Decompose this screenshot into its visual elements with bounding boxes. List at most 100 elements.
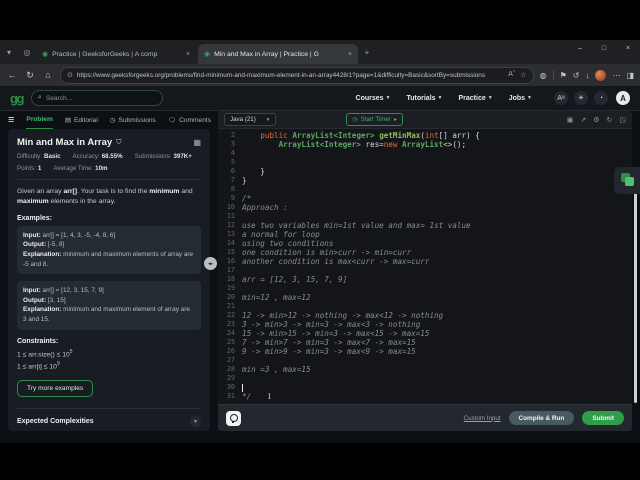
panel-resize-handle[interactable]: ◂▸ — [204, 257, 217, 270]
code-line[interactable]: 9 /* — [218, 194, 632, 203]
browser-tab[interactable]: ◉ Min and Max in Array | Practice | G × — [198, 44, 358, 64]
code-line[interactable]: 15 one condition is min>curr -> min=curr — [218, 248, 632, 257]
code-line[interactable]: 13 a normal for loop — [218, 230, 632, 239]
code-line[interactable]: 31 */ — [218, 392, 632, 401]
chevron-down-icon[interactable]: ▼ — [190, 416, 201, 428]
expected-complexities-row[interactable]: Expected Complexities ▼ — [17, 416, 201, 428]
code-line[interactable]: 16 another condition is max<curr -> max=c… — [218, 257, 632, 266]
back-icon[interactable]: ← — [6, 70, 18, 81]
extensions-icon[interactable]: ◍ — [540, 71, 547, 80]
nav-item-practice[interactable]: Practice ▼ — [459, 95, 493, 102]
browser-tab[interactable]: ◉ Practice | GeeksforGeeks | A comp × — [36, 44, 196, 64]
editor-scrollbar[interactable] — [634, 191, 637, 403]
read-aloud-icon[interactable]: Aˆ — [508, 71, 515, 79]
start-timer-button[interactable]: ◷ Start Timer ▸ — [346, 113, 403, 126]
close-tab-icon[interactable]: × — [348, 51, 352, 58]
bookmark-star-icon[interactable]: ☆ — [520, 71, 526, 79]
code-line[interactable]: 8 — [218, 185, 632, 194]
share-icon[interactable]: ↗ — [580, 116, 586, 124]
code-line[interactable]: 29 — [218, 374, 632, 383]
download-icon[interactable]: ↓ — [585, 71, 589, 80]
tab-editorial[interactable]: ▤ Editorial — [65, 111, 98, 129]
code-token: min=12 , max=12 — [242, 293, 311, 302]
sticky-chat-button[interactable] — [614, 167, 640, 194]
code-line[interactable]: 28 min =3 , max=15 — [218, 365, 632, 374]
company-tags-icon[interactable]: ▦ — [193, 138, 201, 147]
compile-run-button[interactable]: Compile & Run — [508, 411, 575, 425]
code-line[interactable]: 17 — [218, 266, 632, 275]
code-line[interactable]: 7} — [218, 176, 632, 185]
maximize-button[interactable]: □ — [592, 40, 616, 56]
hint-bulb-button[interactable] — [226, 410, 241, 426]
settings-gear-icon[interactable]: ⚙ — [593, 116, 599, 124]
code-area[interactable]: I 2 public ArrayList<Integer> getMinMax(… — [218, 129, 632, 404]
code-line[interactable]: 2 public ArrayList<Integer> getMinMax(in… — [218, 131, 632, 140]
flag-icon[interactable]: ⚑ — [560, 71, 567, 80]
code-line[interactable]: 10 Approach : — [218, 203, 632, 212]
code-line[interactable]: 6 } — [218, 167, 632, 176]
code-line[interactable]: 21 — [218, 302, 632, 311]
tab-search-chevron-icon[interactable]: ▾ — [0, 43, 18, 61]
code-line[interactable]: 14 using two conditions — [218, 239, 632, 248]
code-token: 7 -> min>7 -> min=3 -> max<7 -> max=15 — [242, 338, 416, 347]
tab-problem[interactable]: Problem — [26, 110, 53, 130]
input-label: Input: — [23, 231, 43, 239]
close-tab-icon[interactable]: × — [186, 51, 190, 58]
browser-profile-icon[interactable]: ◎ — [18, 43, 36, 61]
custom-input-link[interactable]: Custom Input — [464, 415, 501, 422]
try-more-examples-button[interactable]: Try more examples — [17, 380, 94, 398]
code-line[interactable]: 19 — [218, 284, 632, 293]
code-line[interactable]: 12 use two variables min=1st value and ma… — [218, 221, 632, 230]
code-line[interactable]: 27 — [218, 356, 632, 365]
code-line[interactable]: 22 12 -> min>12 -> nothing -> max<12 -> n… — [218, 311, 632, 320]
code-line[interactable]: 3 ArrayList<Integer> res=new ArrayList<>… — [218, 140, 632, 149]
fullscreen-icon[interactable]: ◳ — [619, 116, 626, 124]
code-line[interactable]: 26 9 -> min>9 -> min=3 -> max<9 -> max=15 — [218, 347, 632, 356]
code-line[interactable]: 11 — [218, 212, 632, 221]
url-text[interactable]: https://www.geeksforgeeks.org/problems/f… — [77, 72, 504, 79]
chevron-down-icon: ▼ — [437, 95, 443, 101]
reset-code-icon[interactable]: ↻ — [607, 116, 613, 124]
bookmark-icon[interactable]: ⛉ — [116, 139, 121, 147]
submit-button[interactable]: Submit — [582, 411, 624, 425]
code-line[interactable]: 20 min=12 , max=12 — [218, 293, 632, 302]
code-line[interactable]: 23 3 -> min>3 -> min=3 -> max<3 -> nothin… — [218, 320, 632, 329]
address-bar[interactable]: ⊙ https://www.geeksforgeeks.org/problems… — [60, 66, 534, 84]
code-line[interactable]: 18 arr = [12, 3, 15, 7, 9] — [218, 275, 632, 284]
home-icon[interactable]: ⌂ — [42, 70, 54, 81]
code-line[interactable]: 25 7 -> min>7 -> min=3 -> max<7 -> max=15 — [218, 338, 632, 347]
code-line[interactable]: 30 — [218, 383, 632, 392]
profile-avatar[interactable] — [595, 69, 607, 81]
history-icon[interactable]: ↺ — [573, 71, 580, 80]
line-number: 22 — [226, 311, 235, 319]
theme-icon[interactable]: ☀ — [574, 91, 588, 105]
code-token: 15 -> min>15 -> min=3 -> max<15 -> max=1… — [242, 329, 430, 338]
translate-icon[interactable]: Aᵃ — [554, 91, 568, 105]
tab-comments[interactable]: 🗨 Comments — [168, 111, 211, 129]
notifications-bell-icon[interactable]: ◔ — [594, 91, 608, 105]
tab-submissions[interactable]: ◷ Submissions — [110, 111, 156, 129]
language-selector[interactable]: Java (21) ▼ — [224, 113, 277, 126]
code-line[interactable]: 24 15 -> min>15 -> min=3 -> max<15 -> max… — [218, 329, 632, 338]
line-number: 31 — [226, 392, 235, 400]
site-settings-icon[interactable]: ⊙ — [67, 71, 73, 79]
code-line[interactable]: 4 — [218, 149, 632, 158]
new-tab-button[interactable]: + — [358, 43, 376, 61]
code-token: Approach : — [242, 203, 288, 212]
refresh-icon[interactable]: ↻ — [24, 70, 36, 81]
code-line[interactable]: 5 — [218, 158, 632, 167]
copy-icon[interactable]: ▣ — [567, 116, 574, 124]
hamburger-menu-icon[interactable]: ≡ — [8, 114, 14, 126]
user-avatar[interactable]: A — [616, 91, 630, 105]
code-text: public ArrayList<Integer> getMinMax(int[… — [242, 131, 480, 140]
sidebar-icon[interactable]: ◨ — [626, 71, 634, 80]
more-menu-icon[interactable]: ⋯ — [612, 71, 620, 80]
gfg-logo[interactable]: gg — [10, 92, 24, 105]
nav-item-jobs[interactable]: Jobs ▼ — [509, 95, 532, 102]
search-input[interactable]: ⌕ Search... — [30, 90, 163, 106]
nav-item-courses[interactable]: Courses ▼ — [356, 95, 391, 102]
tab-label: Comments — [179, 116, 212, 124]
minimize-button[interactable]: – — [568, 40, 592, 56]
close-button[interactable]: × — [616, 40, 640, 56]
nav-item-tutorials[interactable]: Tutorials ▼ — [407, 95, 443, 102]
